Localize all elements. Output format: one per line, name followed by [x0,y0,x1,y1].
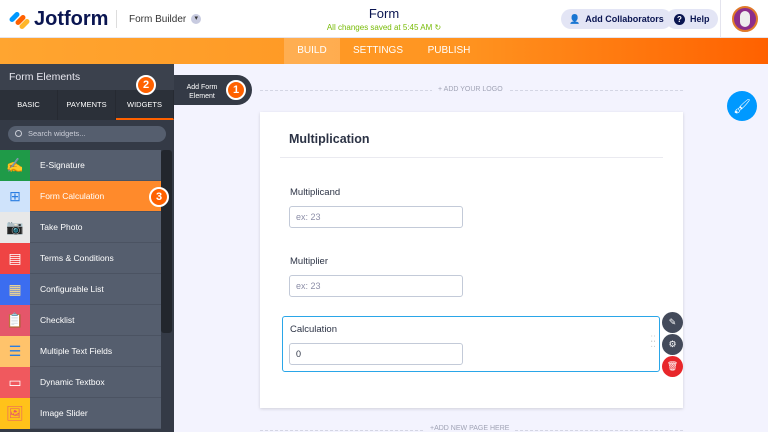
widget-label: Image Slider [40,408,88,418]
tab-build[interactable]: BUILD [284,38,340,64]
widget-multiple-text-fields[interactable]: ☰ Multiple Text Fields [0,336,161,367]
user-icon: 👤 [569,13,581,24]
widget-form-calculation[interactable]: ⊞ Form Calculation [0,181,161,212]
avatar[interactable] [732,6,758,32]
textbox-icon: ▭ [0,367,30,398]
add-collaborators-label: Add Collaborators [585,14,664,24]
signature-icon: ✍ [0,150,30,181]
paint-roller-icon[interactable]: 🖌 [727,91,757,121]
form-heading[interactable]: Multiplication [289,132,370,146]
widget-label: Checklist [40,315,75,325]
widget-image-slider[interactable]: 🖼 Image Slider [0,398,161,429]
form-card: Multiplication Multiplicand ex: 23 Multi… [260,112,683,408]
add-new-page-link[interactable]: +ADD NEW PAGE HERE [424,425,516,432]
help-button[interactable]: ? Help [666,9,718,29]
save-status-text: All changes saved at 5:45 AM [326,23,433,32]
add-form-element-label: Add Form Element [186,84,218,100]
calculation-input[interactable]: 0 [289,343,463,365]
widget-checklist[interactable]: 📋 Checklist [0,305,161,336]
clipboard-icon: 📋 [0,305,30,336]
add-logo-link[interactable]: + ADD YOUR LOGO [432,86,509,93]
widget-e-signature[interactable]: ✍ E-Signature [0,150,161,181]
widget-label: Configurable List [40,284,104,294]
camera-icon: 📷 [0,212,30,243]
step-badge-3: 3 [149,187,169,207]
text-fields-icon: ☰ [0,336,30,367]
document-icon: ▤ [0,243,30,274]
heading-divider [280,157,663,158]
divider [720,0,721,38]
calculation-field[interactable]: Calculation 0 ⁚⁚ ⁚⁚ [282,316,660,372]
step-badge-2: 2 [136,75,156,95]
multiplier-input[interactable]: ex: 23 [289,275,463,297]
widget-label: Take Photo [40,222,83,232]
widget-label: Multiple Text Fields [40,346,113,356]
help-icon: ? [674,13,685,25]
grid-list-icon: ▦ [0,274,30,305]
widget-label: E-Signature [40,160,85,170]
tab-basic[interactable]: BASIC [0,90,58,120]
help-label: Help [690,14,710,24]
search-widgets-input[interactable]: Search widgets... [8,126,166,142]
gear-icon[interactable]: ⚙ [662,334,683,355]
widget-label: Form Calculation [40,191,105,201]
calculation-label: Calculation [290,324,337,335]
multiplicand-label: Multiplicand [290,187,341,198]
calculator-icon: ⊞ [0,181,30,212]
tab-payments[interactable]: PAYMENTS [58,90,116,120]
nav-bar: BUILD SETTINGS PUBLISH [0,38,768,64]
widget-dynamic-textbox[interactable]: ▭ Dynamic Textbox [0,367,161,398]
header: Jotform Form Builder ▾ Form All changes s… [0,0,768,38]
step-badge-1: 1 [226,80,246,100]
multiplier-label: Multiplier [290,256,329,267]
widget-label: Dynamic Textbox [40,377,105,387]
search-placeholder: Search widgets... [28,129,86,138]
trash-icon[interactable]: 🗑 [662,356,683,377]
multiplicand-input[interactable]: ex: 23 [289,206,463,228]
widget-list: ✍ E-Signature ⊞ Form Calculation 📷 Take Pho… [0,150,161,429]
search-icon [15,130,22,137]
image-slider-icon: 🖼 [0,398,30,429]
drag-handle-icon[interactable]: ⁚⁚ ⁚⁚ [650,335,656,349]
add-collaborators-button[interactable]: 👤 Add Collaborators [561,9,672,29]
refresh-icon: ↻ [434,23,442,32]
wand-icon[interactable]: ✎ [662,312,683,333]
tab-publish[interactable]: PUBLISH [418,38,480,64]
tab-settings[interactable]: SETTINGS [344,38,412,64]
sidebar-scrollbar[interactable] [161,150,172,333]
form-elements-sidebar: Form Elements BASIC PAYMENTS WIDGETS Sea… [0,64,174,432]
widget-configurable-list[interactable]: ▦ Configurable List [0,274,161,305]
widget-label: Terms & Conditions [40,253,114,263]
widget-take-photo[interactable]: 📷 Take Photo [0,212,161,243]
widget-terms-conditions[interactable]: ▤ Terms & Conditions [0,243,161,274]
